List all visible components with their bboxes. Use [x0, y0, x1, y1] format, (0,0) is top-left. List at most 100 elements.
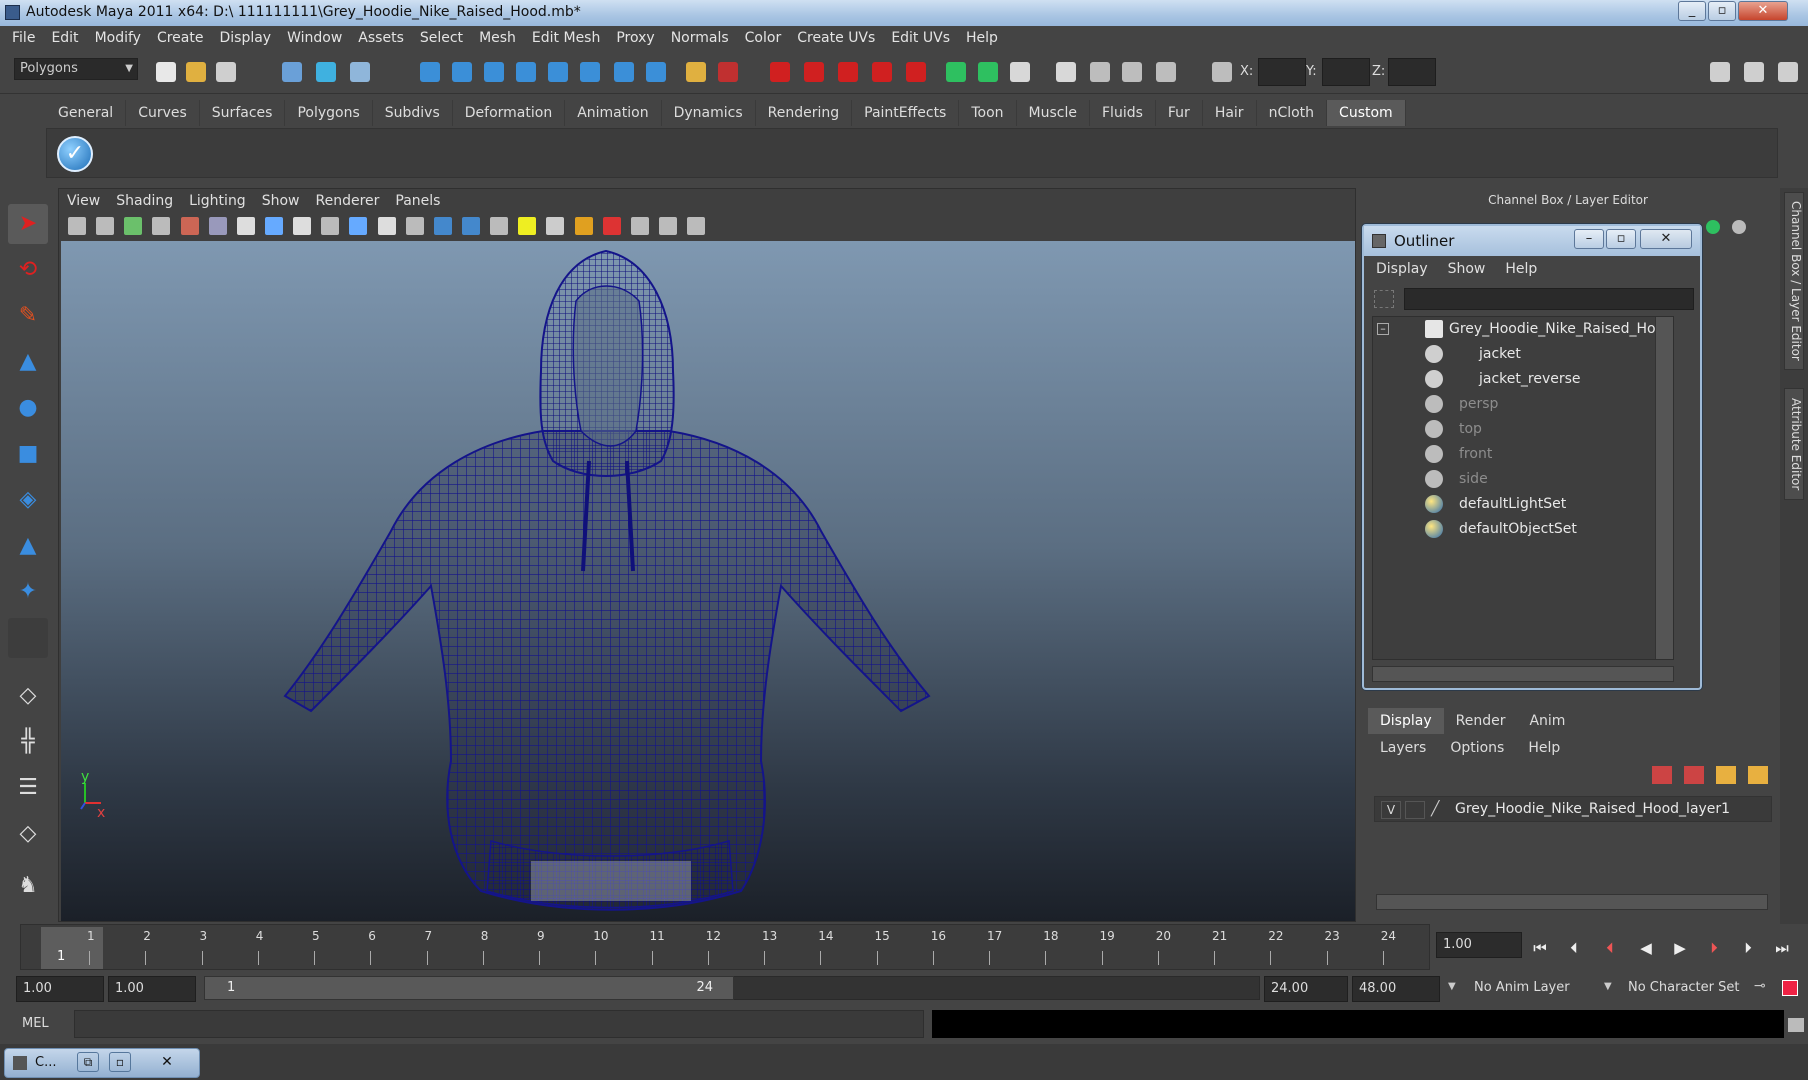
side-tab-attribute-editor[interactable]: Attribute Editor — [1784, 388, 1804, 500]
xray-icon[interactable] — [630, 217, 649, 235]
isolate-select-icon[interactable] — [602, 217, 621, 235]
all-lights-icon[interactable] — [546, 217, 565, 235]
shelf-tab-ncloth[interactable]: nCloth — [1257, 100, 1328, 126]
minimize-button[interactable]: _ — [1678, 1, 1706, 21]
layer-playback-toggle[interactable] — [1405, 801, 1425, 819]
shelf-tab-rendering[interactable]: Rendering — [756, 100, 853, 126]
menu-display[interactable]: Display — [211, 26, 279, 50]
animation-start-field[interactable]: 1.00 — [16, 976, 104, 1002]
menuset-dropdown[interactable]: Polygons ▼ — [14, 58, 138, 80]
shelf-tab-painteffects[interactable]: PaintEffects — [852, 100, 960, 126]
wireframe-on-shaded-icon[interactable] — [461, 217, 480, 235]
ipr-render-icon[interactable] — [804, 62, 824, 82]
default-light-icon[interactable] — [518, 217, 537, 235]
chevron-down-icon[interactable]: ▼ — [1604, 981, 1612, 992]
scale-tool-icon[interactable]: ■ — [8, 434, 48, 474]
outliner-menu-display[interactable]: Display — [1366, 256, 1438, 282]
toggle-attribute-editor-icon[interactable] — [1710, 62, 1730, 82]
share-icon[interactable] — [687, 217, 706, 235]
layer-editor-horizontal-scrollbar[interactable] — [1376, 894, 1768, 910]
viewport-canvas[interactable]: y x — [61, 241, 1355, 921]
chevron-down-icon[interactable]: ▼ — [1448, 981, 1456, 992]
outliner-vertical-scrollbar[interactable] — [1655, 317, 1673, 659]
xray-joints-icon[interactable] — [658, 217, 677, 235]
help-icon[interactable] — [646, 62, 666, 82]
mel-label[interactable]: MEL — [22, 1016, 49, 1031]
layer-tab-display[interactable]: Display — [1368, 708, 1444, 734]
go-to-end-icon[interactable]: ⏭ — [1770, 938, 1794, 958]
restore-icon[interactable]: ⧉ — [77, 1052, 99, 1072]
mel-input[interactable] — [74, 1010, 924, 1038]
toggle-channel-box-icon[interactable] — [1778, 62, 1798, 82]
menu-edit-mesh[interactable]: Edit Mesh — [524, 26, 608, 50]
shelf-tab-fluids[interactable]: Fluids — [1090, 100, 1156, 126]
layer-menu-options[interactable]: Options — [1438, 735, 1516, 761]
menu-assets[interactable]: Assets — [350, 26, 412, 50]
step-forward-frame-icon[interactable]: ⏵ — [1736, 938, 1760, 958]
layer-menu-help[interactable]: Help — [1516, 735, 1572, 761]
outliner-item[interactable]: defaultLightSet — [1425, 492, 1566, 516]
smooth-shade-icon[interactable] — [433, 217, 452, 235]
shelf-tab-curves[interactable]: Curves — [126, 100, 200, 126]
close-button[interactable]: ✕ — [1738, 1, 1788, 21]
render-settings-icon[interactable] — [838, 62, 858, 82]
time-slider-track[interactable]: 1 1 2 3 4 5 6 7 8 9 10 11 12 13 14 15 16 17 18 19 20 21 22 23 2… — [20, 924, 1430, 970]
lock-icon[interactable] — [686, 62, 706, 82]
render-icon[interactable] — [770, 62, 790, 82]
shadows-icon[interactable] — [574, 217, 593, 235]
select-hierarchy-icon[interactable] — [282, 62, 302, 82]
play-forward-icon[interactable]: ▶ — [1668, 938, 1692, 958]
safe-title-icon[interactable] — [377, 217, 396, 235]
graph-editor-layout-icon[interactable]: ◇ — [8, 814, 48, 854]
snap-live-icon[interactable] — [548, 62, 568, 82]
new-layer-icon[interactable] — [1716, 766, 1737, 784]
camera-attributes-icon[interactable] — [96, 217, 115, 235]
last-tool-icon[interactable] — [8, 618, 48, 658]
layer-visibility-toggle[interactable]: V — [1381, 801, 1401, 819]
collapse-icon[interactable]: – — [1377, 323, 1389, 335]
menu-create[interactable]: Create — [149, 26, 212, 50]
gate-mask-icon[interactable] — [293, 217, 312, 235]
image-plane-icon[interactable] — [152, 217, 171, 235]
viewport-menu-view[interactable]: View — [59, 189, 108, 213]
step-back-frame-icon[interactable]: ⏴ — [1562, 938, 1586, 958]
lasso-tool-icon[interactable]: ⟲ — [8, 250, 48, 290]
current-time-field[interactable]: 1.00 — [1436, 932, 1522, 958]
step-forward-key-icon[interactable]: ⏵ — [1702, 938, 1726, 958]
viewport-menu-lighting[interactable]: Lighting — [181, 189, 254, 213]
hypershade-icon[interactable] — [872, 62, 892, 82]
safe-action-icon[interactable] — [349, 217, 368, 235]
shelf-tab-surfaces[interactable]: Surfaces — [200, 100, 286, 126]
outliner-maximize-button[interactable]: ▫ — [1606, 229, 1636, 249]
menu-window[interactable]: Window — [279, 26, 350, 50]
outliner-item[interactable]: side — [1425, 467, 1488, 491]
outliner-item[interactable]: defaultObjectSet — [1425, 517, 1577, 541]
menu-help[interactable]: Help — [958, 26, 1006, 50]
outliner-close-button[interactable]: ✕ — [1640, 229, 1692, 249]
menu-proxy[interactable]: Proxy — [608, 26, 662, 50]
toggle-tool-settings-icon[interactable] — [1744, 62, 1764, 82]
close-icon[interactable]: ✕ — [149, 1052, 185, 1072]
minimized-window[interactable]: C... ⧉ ▫ ✕ — [4, 1048, 200, 1078]
outliner-filter-icon[interactable] — [1374, 290, 1394, 308]
viewport-menu-shading[interactable]: Shading — [108, 189, 181, 213]
viewport-menu-panels[interactable]: Panels — [387, 189, 448, 213]
menu-edit-uvs[interactable]: Edit UVs — [883, 26, 958, 50]
save-scene-icon[interactable] — [216, 62, 236, 82]
outliner-item[interactable]: Grey_Hoodie_Nike_Raised_Hood — [1425, 317, 1673, 341]
open-scene-icon[interactable] — [186, 62, 206, 82]
layout-icon[interactable] — [1090, 62, 1110, 82]
snap-plane-icon[interactable] — [516, 62, 536, 82]
shelf-tab-hair[interactable]: Hair — [1203, 100, 1257, 126]
select-tool-icon[interactable]: ➤ — [8, 204, 48, 244]
z-field[interactable] — [1388, 58, 1436, 86]
outliner-horizontal-scrollbar[interactable] — [1372, 666, 1674, 682]
checkmark-icon[interactable]: ✓ — [57, 136, 93, 172]
layer-tab-anim[interactable]: Anim — [1517, 708, 1577, 734]
outliner-menu-help[interactable]: Help — [1495, 256, 1547, 282]
select-component-icon[interactable] — [350, 62, 370, 82]
snap-curve-icon[interactable] — [452, 62, 472, 82]
snap-surface-icon[interactable] — [580, 62, 600, 82]
paint-select-tool-icon[interactable]: ✎ — [8, 296, 48, 336]
outliner-item[interactable]: jacket_reverse — [1425, 367, 1581, 391]
